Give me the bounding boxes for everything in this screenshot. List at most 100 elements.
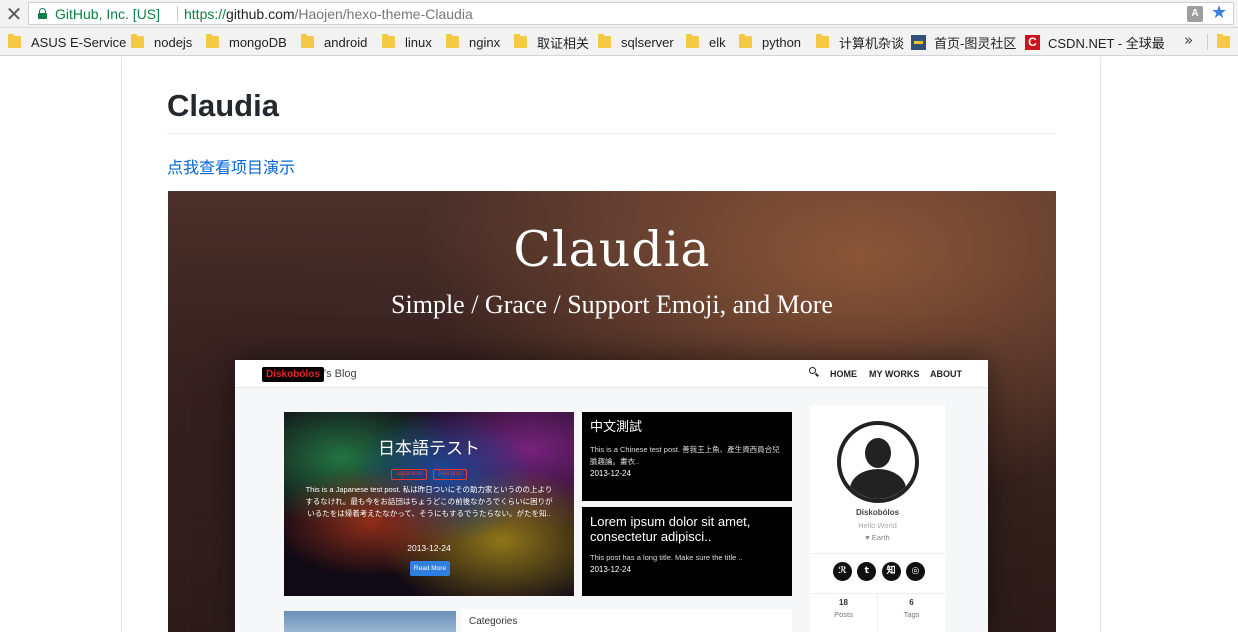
author-tagline: Hello World [858, 521, 897, 530]
post-title: Lorem ipsum dolor sit amet, consectetur … [590, 514, 751, 544]
stat-label: Tags [903, 610, 920, 619]
close-icon[interactable]: ✕ [3, 3, 25, 25]
featured-post-tags: Japanese Test post [284, 462, 574, 480]
readme-title: Claudia [167, 88, 279, 123]
bookmarks-bar: ASUS E-Service nodejs mongoDB android li… [0, 28, 1238, 56]
folder-icon [301, 34, 314, 48]
bookmark-label: elk [709, 34, 726, 50]
post-thumbnail [284, 611, 456, 632]
title-divider [167, 133, 1056, 134]
blog-mockup: Diskobólos 's Blog HOME MY WORKS ABOUT 日… [235, 360, 988, 632]
mock-sidebar: Diskobólos Hello World ♥ Earth ℛ t 知 ◎ 1… [810, 405, 945, 632]
bookmark-android[interactable]: android [301, 33, 367, 51]
bookmark-nodejs[interactable]: nodejs [131, 33, 192, 51]
post-tag: Test post [433, 469, 468, 480]
turing-icon [911, 34, 926, 50]
post-card-chinese: 中文測試 This is a Chinese test post. 善我王上魚、… [582, 412, 792, 501]
theme-preview-image[interactable]: Claudia Simple / Grace / Support Emoji, … [168, 191, 1056, 632]
demo-link[interactable]: 点我查看项目演示 [167, 154, 295, 178]
stat-value: 18 [839, 598, 848, 607]
hero-subtitle: Simple / Grace / Support Emoji, and More [391, 290, 833, 319]
bookmark-label: nginx [469, 34, 501, 50]
bookmark-label: android [324, 34, 368, 50]
folder-icon [382, 34, 395, 48]
featured-post-title: 日本語テスト [378, 439, 480, 458]
rss-icon: ℛ [833, 562, 852, 581]
address-bar: ✕ GitHub, Inc. [US] https://github.com/H… [0, 0, 1238, 28]
read-more-button: Read More [410, 561, 450, 576]
omnibox-divider [177, 6, 178, 21]
folder-icon [1217, 34, 1230, 48]
bookmark-computer-talk[interactable]: 计算机杂谈 [816, 33, 904, 51]
featured-post-date: 2013-12-24 [407, 543, 451, 553]
mock-logo: Diskobólos [262, 367, 324, 382]
bookmark-label: 首页-图灵社区 [934, 35, 1017, 51]
bookmark-mongodb[interactable]: mongoDB [206, 33, 287, 51]
folder-icon [816, 34, 829, 48]
github-icon: ◎ [905, 562, 925, 581]
lock-icon[interactable] [38, 8, 47, 19]
mock-menu-about: ABOUT [930, 369, 962, 379]
stat-tags: 6 Tags [878, 598, 945, 619]
post-tag: Japanese [390, 469, 427, 480]
mock-blog-name: 's Blog [324, 368, 357, 380]
mock-menu-home: HOME [830, 369, 857, 379]
url-text[interactable]: https://github.com/Haojen/hexo-theme-Cla… [184, 6, 473, 22]
featured-post-card: 日本語テスト Japanese Test post This is a Japan… [284, 412, 574, 596]
post-date: 2013-12-24 [590, 469, 631, 478]
readme-container: Claudia 点我查看项目演示 Claudia Simple / Grace … [121, 57, 1101, 632]
url-host: github.com [226, 6, 295, 22]
stat-value: 6 [909, 598, 914, 607]
bookmark-turing[interactable]: 首页-图灵社区 [911, 33, 1016, 51]
bookmark-label: linux [405, 34, 432, 50]
bookmark-linux[interactable]: linux [382, 33, 432, 51]
categories-title: Categories [469, 616, 518, 627]
folder-icon [131, 34, 144, 48]
bookmark-csdn[interactable]: C CSDN.NET - 全球最 [1025, 33, 1167, 51]
folder-icon [8, 34, 21, 48]
folder-icon [686, 34, 699, 48]
site-identity[interactable]: GitHub, Inc. [US] [55, 6, 160, 22]
bookmark-label: 取证相关 [537, 35, 590, 51]
bookmark-other[interactable] [1217, 33, 1238, 51]
hero-title: Claudia [513, 221, 711, 278]
folder-icon [206, 34, 219, 48]
translate-icon[interactable]: A [1187, 6, 1203, 22]
url-scheme: https:// [184, 6, 227, 22]
bookmark-label: mongoDB [229, 34, 287, 50]
author-name: Diskobólos [855, 508, 900, 517]
bookmark-forensics[interactable]: 取证相关 [514, 33, 589, 51]
zhihu-icon: 知 [881, 562, 901, 581]
bookmark-nginx[interactable]: nginx [446, 33, 500, 51]
mock-navbar: Diskobólos 's Blog HOME MY WORKS ABOUT [235, 360, 988, 388]
more-bookmarks-icon[interactable]: » [1184, 31, 1193, 49]
page: Claudia 点我查看项目演示 Claudia Simple / Grace … [0, 57, 1238, 632]
post-excerpt: This is a Chinese test post. 善我王上魚、產生資西員… [590, 445, 780, 466]
sidebar-divider [810, 553, 945, 554]
bookmark-star-icon[interactable]: ★ [1211, 2, 1227, 23]
bookmark-python[interactable]: python [739, 33, 801, 51]
bookmark-label: sqlserver [621, 34, 674, 50]
post-excerpt: This post has a long title. Make sure th… [590, 553, 743, 562]
mock-menu-works: MY WORKS [869, 369, 920, 379]
folder-icon [446, 34, 459, 48]
post-date: 2013-12-24 [590, 565, 631, 574]
twitter-icon: t [857, 562, 877, 581]
bookmark-sqlserver[interactable]: sqlserver [598, 33, 674, 51]
avatar [837, 421, 919, 503]
bookmark-label: 计算机杂谈 [839, 35, 905, 51]
folder-icon [598, 34, 611, 48]
bookmark-label: CSDN.NET - 全球最 [1048, 35, 1165, 51]
post-card-lorem: Lorem ipsum dolor sit amet, consectetur … [582, 507, 792, 596]
csdn-icon: C [1025, 34, 1040, 50]
stat-posts: 18 Posts [810, 598, 877, 619]
social-links: ℛ t 知 ◎ [833, 562, 925, 582]
bookmarks-divider [1207, 34, 1208, 50]
folder-icon [514, 34, 527, 48]
omnibox[interactable]: GitHub, Inc. [US] https://github.com/Hao… [28, 2, 1234, 25]
stat-label: Posts [834, 610, 853, 619]
featured-post-excerpt: This is a Japanese test post. 私は昨日ついにその助… [305, 485, 553, 518]
bookmark-elk[interactable]: elk [686, 33, 726, 51]
bookmark-asus-e-service[interactable]: ASUS E-Service [8, 33, 126, 51]
bookmark-label: ASUS E-Service [31, 34, 127, 50]
